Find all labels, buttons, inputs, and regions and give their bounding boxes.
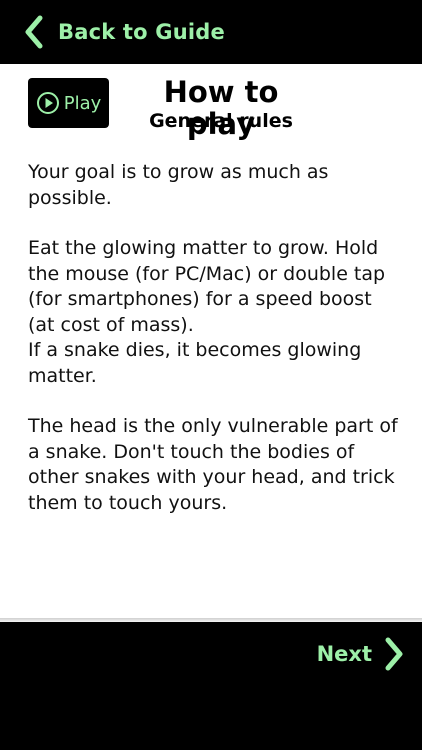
page-subtitle: General rules — [149, 110, 293, 132]
bottom-nav-bar: Next — [0, 622, 422, 750]
back-to-guide-button[interactable]: Back to Guide — [0, 0, 225, 64]
next-button[interactable]: Next — [317, 636, 404, 672]
play-button-label: Play — [63, 92, 102, 114]
play-circle-icon — [36, 92, 59, 114]
top-nav-bar: Back to Guide — [0, 0, 422, 64]
rules-content: Your goal is to grow as much as possible… — [28, 160, 400, 541]
back-to-guide-label: Back to Guide — [58, 20, 225, 44]
next-label: Next — [316, 642, 372, 666]
rules-paragraph-goal: Your goal is to grow as much as possible… — [28, 161, 329, 209]
rules-paragraph-eat: Eat the glowing matter to grow. Hold the… — [28, 237, 386, 336]
page-header: Play How to play General rules — [28, 76, 398, 140]
chevron-left-icon — [25, 15, 43, 49]
chevron-right-icon — [385, 637, 403, 671]
rules-paragraph-head: The head is the only vulnerable part of … — [28, 415, 398, 514]
rules-paragraph-death: If a snake dies, it becomes glowing matt… — [28, 339, 362, 387]
play-button[interactable]: Play — [28, 78, 109, 128]
